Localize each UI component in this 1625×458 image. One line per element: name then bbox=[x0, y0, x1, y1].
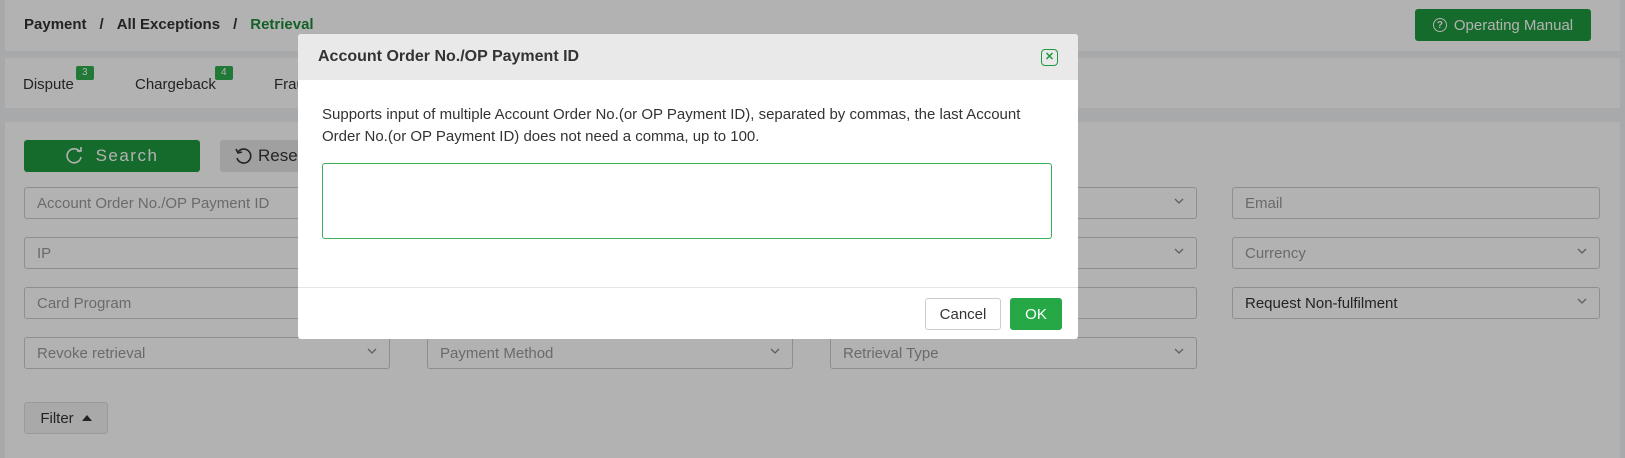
modal-header: Account Order No./OP Payment ID ✕ bbox=[298, 34, 1078, 80]
page: Payment / All Exceptions / Retrieval ? O… bbox=[0, 0, 1625, 458]
modal-divider bbox=[298, 287, 1078, 288]
ok-button[interactable]: OK bbox=[1010, 298, 1062, 330]
modal-title: Account Order No./OP Payment ID bbox=[318, 48, 580, 65]
modal-description: Supports input of multiple Account Order… bbox=[322, 106, 1021, 145]
account-order-modal: Account Order No./OP Payment ID ✕ Suppor… bbox=[298, 34, 1078, 339]
close-icon[interactable]: ✕ bbox=[1041, 49, 1058, 66]
cancel-button[interactable]: Cancel bbox=[925, 298, 1001, 330]
account-order-textarea[interactable] bbox=[322, 163, 1052, 239]
